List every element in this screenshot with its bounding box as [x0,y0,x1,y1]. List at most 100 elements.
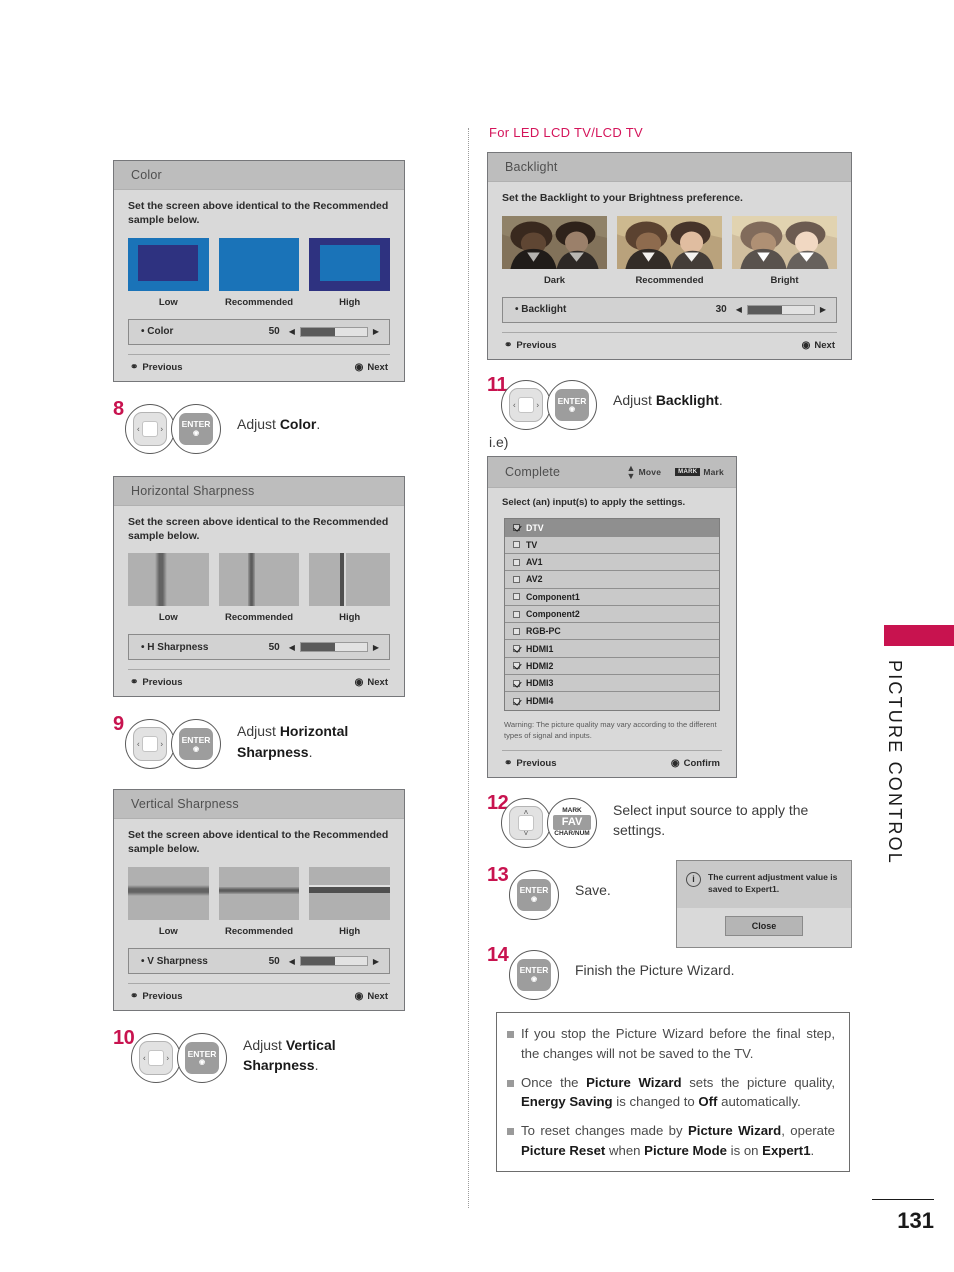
list-item[interactable]: HDMI1 [505,640,719,658]
osd-header: Horizontal Sharpness [114,476,404,506]
page-number: 131 [897,1208,934,1233]
slider-track[interactable] [299,326,368,337]
previous-action[interactable]: ⚭ Previous [504,758,557,769]
next-action[interactable]: ◉ Next [355,991,388,1002]
section-heading: For LED LCD TV/LCD TV [489,125,643,140]
enter-key[interactable]: ENTER ◉ [171,719,221,770]
sample-bright: Bright [732,215,837,286]
navigation-key[interactable]: ˄ ˅ [501,797,551,848]
osd-title: Color [131,168,162,182]
enter-key[interactable]: ENTER ◉ [171,403,221,454]
hsharp-swatch-high [309,553,391,607]
list-item[interactable]: HDMI3 [505,675,719,693]
enter-key[interactable]: ENTER ◉ [509,949,559,1000]
sample-label: Bright [770,274,799,286]
setting-row-backlight[interactable]: • Backlight 30 ◀ ▶ [502,296,837,323]
setting-row-color[interactable]: • Color 50 ◀ ▶ [128,318,390,345]
checkbox-icon[interactable] [513,610,520,618]
list-item[interactable]: Component2 [505,605,719,624]
osd-description: Set the screen above identical to the Re… [128,515,389,542]
right-arrow-icon: › [166,1053,169,1063]
checkbox-icon[interactable] [513,575,520,583]
list-item[interactable]: RGB-PC [505,623,719,641]
dpad-icon: ˄ ˅ [509,805,543,840]
enter-key[interactable]: ENTER ◉ [509,869,559,920]
input-source-list[interactable]: DTV TV AV1 AV2 Component1 Component2 RGB… [504,518,720,711]
step-text: Adjust Vertical Sharpness. [243,1037,336,1074]
step-number: 14 [487,943,509,966]
dpad-icon: ‹ › [509,387,543,422]
left-arrow-icon: ‹ [137,739,140,749]
fav-mark-key[interactable]: MARK FAV CHAR/NUM [547,797,597,848]
osd-body: Set the screen above identical to the Re… [114,506,404,697]
sample-high: High [309,237,391,308]
list-item[interactable]: HDMI2 [505,657,719,676]
next-action[interactable]: ◉ Next [355,677,388,688]
list-item[interactable]: AV1 [505,553,719,572]
slider-track[interactable] [299,642,368,653]
previous-action[interactable]: ⚭ Previous [130,362,183,373]
checkbox-icon[interactable] [513,524,520,532]
previous-action[interactable]: ⚭ Previous [130,991,183,1002]
checkbox-icon[interactable] [513,627,520,635]
vsharp-swatch-low [128,867,209,921]
checkbox-icon[interactable] [513,679,520,687]
setting-row-v-sharpness[interactable]: • V Sharpness 50 ◀ ▶ [128,948,390,975]
setting-value: 50 [268,641,280,653]
list-item[interactable]: HDMI4 [505,692,719,710]
previous-action[interactable]: ⚭ Previous [130,677,183,688]
osd-body: Select (an) input(s) to apply the settin… [488,488,736,777]
back-icon: ⚭ [504,757,513,769]
checkbox-icon[interactable] [513,593,520,601]
enter-key[interactable]: ENTER ◉ [547,379,597,430]
list-item[interactable]: TV [505,536,719,554]
previous-action[interactable]: ⚭ Previous [504,340,557,351]
enter-key[interactable]: ENTER ◉ [177,1033,227,1084]
slider-track[interactable] [299,956,368,967]
next-action[interactable]: ◉ Next [802,340,835,351]
list-item[interactable]: DTV [505,519,719,537]
slider-right-arrow-icon[interactable]: ▶ [373,327,379,336]
list-item[interactable]: AV2 [505,571,719,589]
navigation-key[interactable]: ‹ › [501,379,551,430]
slider-left-arrow-icon[interactable]: ◀ [289,643,295,652]
sample-row: Low Recommended High [128,867,391,937]
slider-right-arrow-icon[interactable]: ▶ [820,305,826,314]
note-item: Once the Picture Wizard sets the picture… [507,1073,835,1113]
osd-header: Backlight [488,153,851,182]
note-text: Once the Picture Wizard sets the picture… [521,1074,836,1110]
step-number: 10 [113,1027,135,1050]
checkbox-icon[interactable] [513,662,520,670]
close-button[interactable]: Close [724,915,804,936]
bullet-icon [507,1031,514,1038]
checkbox-icon[interactable] [513,697,520,705]
list-item[interactable]: Component1 [505,588,719,606]
enter-button-icon: ENTER ◉ [555,388,589,421]
slider-left-arrow-icon[interactable]: ◀ [736,305,742,314]
enter-circle-icon: ◉ [354,677,364,689]
step-number: 8 [113,397,124,420]
dialog-message-row: i The current adjustment value is saved … [677,861,851,908]
navigation-key[interactable]: ‹ › [125,719,175,770]
slider-right-arrow-icon[interactable]: ▶ [373,957,379,966]
slider-left-arrow-icon[interactable]: ◀ [289,957,295,966]
next-action[interactable]: ◉ Next [355,362,388,373]
confirm-action[interactable]: ◉ Confirm [671,758,720,769]
back-icon: ⚭ [130,677,139,689]
sample-high: High [309,867,391,937]
dialog-message: The current adjustment value is saved to… [708,872,838,895]
navigation-key[interactable]: ‹ › [131,1033,181,1084]
checkbox-icon[interactable] [513,645,520,653]
setting-row-h-sharpness[interactable]: • H Sharpness 50 ◀ ▶ [128,634,390,661]
checkbox-icon[interactable] [513,558,520,566]
color-swatch-low [128,237,209,291]
slider-left-arrow-icon[interactable]: ◀ [289,327,295,336]
sample-label: Recommended [224,612,294,624]
slider-track[interactable] [746,304,815,315]
navigation-key[interactable]: ‹ › [125,403,175,454]
osd-panel-complete: Complete ▲ ▼ Move MARK Mark Select (an) i… [487,455,737,778]
osd-footer: ⚭ Previous ◉ Next [128,669,390,696]
page-number-rule [872,1198,934,1200]
checkbox-icon[interactable] [513,541,520,549]
slider-right-arrow-icon[interactable]: ▶ [373,643,379,652]
